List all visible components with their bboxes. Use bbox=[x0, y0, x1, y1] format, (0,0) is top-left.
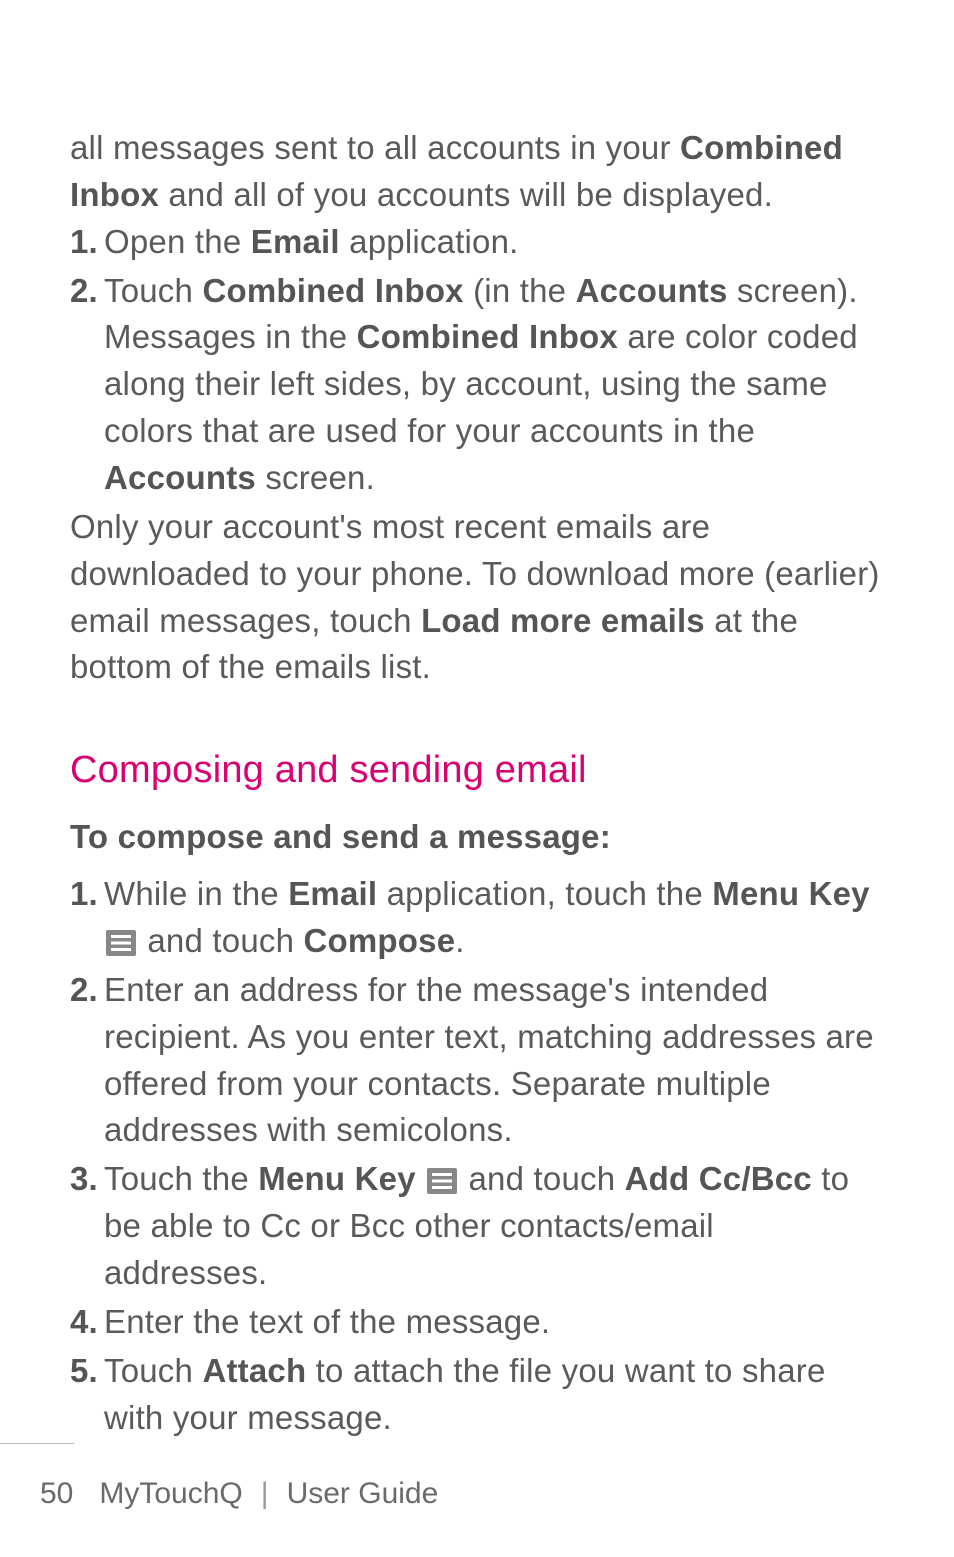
bold-text: Combined Inbox bbox=[202, 272, 463, 309]
text: and touch bbox=[138, 922, 304, 959]
intro-paragraph: all messages sent to all accounts in you… bbox=[70, 125, 884, 219]
text: application, touch the bbox=[377, 875, 712, 912]
bold-text: Combined Inbox bbox=[357, 318, 618, 355]
bold-text: Add Cc/Bcc bbox=[625, 1160, 812, 1197]
steps-list-2: 1. While in the Email application, touch… bbox=[70, 871, 884, 1441]
steps-list-1: 1. Open the Email application.2.Touch Co… bbox=[70, 219, 884, 502]
bold-text: Menu Key bbox=[258, 1160, 415, 1197]
section-heading: Composing and sending email bbox=[70, 749, 884, 792]
bold-text: Attach bbox=[202, 1352, 306, 1389]
list-number: 4. bbox=[70, 1299, 98, 1346]
bold-text: Accounts bbox=[576, 272, 728, 309]
text: Enter an address for the message's inten… bbox=[104, 971, 874, 1149]
text: . bbox=[455, 922, 464, 959]
text: Open the bbox=[104, 223, 251, 260]
text: Touch bbox=[104, 272, 202, 309]
list-item: 1. Open the Email application. bbox=[70, 219, 884, 266]
footer-divider: | bbox=[261, 1477, 269, 1511]
text: and all of you accounts will be displaye… bbox=[159, 176, 773, 213]
text bbox=[416, 1160, 425, 1197]
doc-title: User Guide bbox=[287, 1477, 439, 1511]
list-item: 2.Touch Combined Inbox (in the Accounts … bbox=[70, 268, 884, 502]
page-content: all messages sent to all accounts in you… bbox=[0, 0, 954, 1441]
bold-text: Load more emails bbox=[421, 602, 705, 639]
list-number: 1. bbox=[70, 871, 98, 918]
list-item: 4.Enter the text of the message. bbox=[70, 1299, 884, 1346]
list-item: 1. While in the Email application, touch… bbox=[70, 871, 884, 965]
bold-text: Email bbox=[288, 875, 377, 912]
text: While in the bbox=[104, 875, 288, 912]
menu-icon bbox=[106, 930, 136, 956]
bold-text: Compose bbox=[304, 922, 456, 959]
footer-rule bbox=[0, 1443, 74, 1444]
list-number: 5. bbox=[70, 1348, 98, 1395]
list-item: 2.Enter an address for the message's int… bbox=[70, 967, 884, 1154]
list-item: 3.Touch the Menu Key and touch Add Cc/Bc… bbox=[70, 1156, 884, 1297]
note-paragraph: Only your account's most recent emails a… bbox=[70, 504, 884, 691]
text: Touch the bbox=[104, 1160, 258, 1197]
page-footer: 50 MyTouchQ | User Guide bbox=[0, 1477, 954, 1511]
text: all messages sent to all accounts in you… bbox=[70, 129, 680, 166]
footer-line: 50 MyTouchQ | User Guide bbox=[40, 1477, 884, 1511]
sub-heading: To compose and send a message: bbox=[70, 814, 884, 861]
text: (in the bbox=[464, 272, 576, 309]
page-number: 50 bbox=[40, 1477, 73, 1511]
bold-text: Menu Key bbox=[712, 875, 869, 912]
menu-icon bbox=[427, 1168, 457, 1194]
product-name: MyTouchQ bbox=[99, 1477, 242, 1511]
text: Touch bbox=[104, 1352, 202, 1389]
list-number: 2. bbox=[70, 967, 98, 1014]
list-number: 1. bbox=[70, 219, 98, 266]
text: screen. bbox=[256, 459, 375, 496]
text: application. bbox=[340, 223, 519, 260]
list-number: 3. bbox=[70, 1156, 98, 1203]
text: and touch bbox=[459, 1160, 625, 1197]
bold-text: Accounts bbox=[104, 459, 256, 496]
bold-text: Email bbox=[251, 223, 340, 260]
text: Enter the text of the message. bbox=[104, 1303, 550, 1340]
list-number: 2. bbox=[70, 268, 98, 315]
list-item: 5.Touch Attach to attach the file you wa… bbox=[70, 1348, 884, 1442]
